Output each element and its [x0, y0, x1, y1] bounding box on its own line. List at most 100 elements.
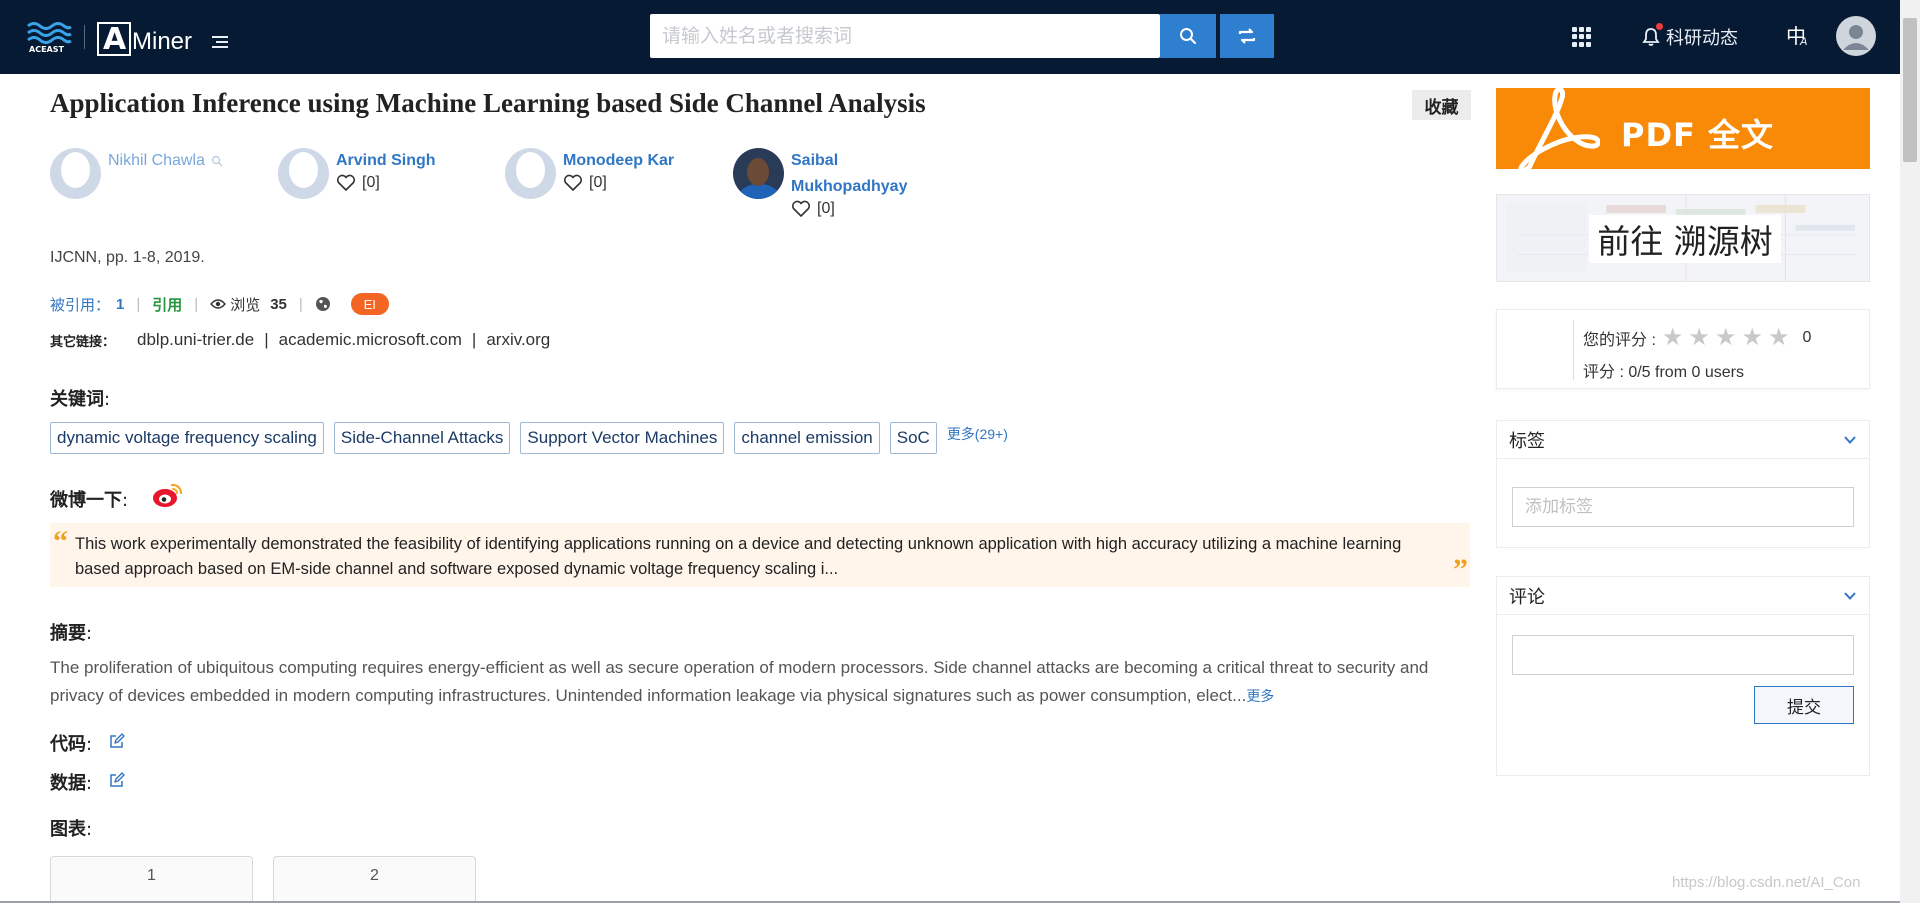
author-photo[interactable] — [733, 148, 784, 199]
author-card: Arvind Singh [0] — [278, 148, 436, 199]
trace-tree-button[interactable]: 前往 溯源树 — [1496, 194, 1870, 282]
cited-by-link[interactable]: 被引用： — [50, 294, 110, 315]
bell-icon — [1642, 28, 1660, 46]
data-heading: 数据: — [50, 773, 93, 794]
swap-icon — [1238, 28, 1256, 44]
research-news-link[interactable]: 科研动态 — [1642, 23, 1738, 50]
external-link[interactable]: arxiv.org — [486, 330, 550, 350]
author-search-icon[interactable] — [211, 155, 223, 167]
views-stat: 浏览 35 — [210, 294, 287, 315]
keyword-tag[interactable]: channel emission — [734, 422, 880, 454]
comments-panel-header[interactable]: 评论 — [1497, 577, 1869, 615]
your-rating-value: 0 — [1802, 329, 1812, 346]
tags-panel-header[interactable]: 标签 — [1497, 421, 1869, 459]
author-avatar[interactable] — [278, 148, 329, 199]
pdf-fulltext-button[interactable]: PDF 全文 — [1496, 88, 1870, 169]
author-like-count: [0] — [589, 174, 607, 191]
author-card: Monodeep Kar [0] — [505, 148, 674, 199]
views-count: 35 — [270, 295, 287, 313]
star-icon[interactable]: ★ — [1688, 326, 1710, 350]
author-like-button[interactable]: [0] — [791, 200, 907, 218]
weibo-heading-text: 微博一下 — [50, 490, 122, 511]
author-avatar[interactable] — [50, 148, 101, 199]
search-box — [650, 14, 1160, 58]
aceast-logo[interactable]: ACEAST — [26, 18, 72, 54]
heart-icon — [791, 200, 811, 217]
author-like-button[interactable]: [0] — [336, 174, 436, 192]
star-icon[interactable]: ★ — [1715, 326, 1737, 350]
stats-divider: | — [194, 295, 199, 313]
source-watermark: https://blog.csdn.net/AI_Con — [1672, 874, 1861, 891]
chevron-down-icon[interactable] — [1843, 433, 1857, 447]
research-news-label: 科研动态 — [1666, 28, 1738, 48]
abstract-more-link[interactable]: 更多 — [1246, 688, 1274, 704]
aminer-logo-text: Miner — [132, 28, 193, 55]
link-divider: | — [264, 330, 269, 349]
figure-tab[interactable]: 2 — [273, 856, 476, 903]
chevron-down-icon[interactable] — [1843, 589, 1857, 603]
keyword-tag[interactable]: dynamic voltage frequency scaling — [50, 422, 324, 454]
author-like-count: [0] — [362, 174, 380, 191]
search-icon — [1180, 28, 1197, 45]
comment-input[interactable] — [1512, 635, 1854, 675]
stats-divider: | — [298, 295, 303, 313]
star-icon[interactable]: ★ — [1768, 326, 1790, 350]
weibo-share-icon[interactable] — [152, 481, 184, 509]
submit-comment-button[interactable]: 提交 — [1754, 686, 1854, 724]
edit-data-icon[interactable] — [109, 772, 125, 788]
globe-icon[interactable] — [315, 296, 331, 312]
figure-tab[interactable]: 1 — [50, 856, 253, 903]
aminer-logo[interactable]: A Miner — [97, 18, 193, 57]
summary-quote-text: This work experimentally demonstrated th… — [75, 535, 1402, 578]
favorite-button[interactable]: 收藏 — [1412, 90, 1471, 120]
user-avatar[interactable] — [1836, 16, 1876, 56]
author-name-link[interactable]: Arvind Singh — [336, 148, 436, 174]
rating-stars[interactable]: ★ ★ ★ ★ ★ — [1662, 326, 1795, 350]
heart-icon — [336, 174, 356, 191]
keyword-tag[interactable]: Support Vector Machines — [520, 422, 725, 454]
author-name-link[interactable]: Nikhil Chawla — [108, 148, 205, 174]
cite-button[interactable]: 引用 — [152, 294, 182, 315]
apps-grid-icon[interactable] — [1572, 27, 1592, 47]
rating-card: 您的评分 : ★ ★ ★ ★ ★ 0 评分 : 0/5 from 0 users — [1496, 309, 1870, 389]
external-link[interactable]: academic.microsoft.com — [279, 330, 462, 350]
menu-toggle-icon[interactable] — [212, 36, 228, 50]
author-card: Saibal Mukhopadhyay [0] — [733, 148, 907, 218]
author-name-link[interactable]: Saibal — [791, 148, 907, 174]
eye-icon — [210, 299, 227, 309]
other-links: 其它链接： dblp.uni-trier.de | academic.micro… — [50, 330, 550, 350]
add-tag-input[interactable] — [1512, 487, 1854, 527]
star-icon[interactable]: ★ — [1662, 326, 1684, 350]
your-rating-row: 您的评分 : ★ ★ ★ ★ ★ 0 — [1583, 326, 1811, 350]
tags-panel-title: 标签 — [1509, 430, 1545, 452]
author-like-count: [0] — [817, 200, 835, 217]
search-button[interactable] — [1160, 14, 1216, 58]
top-nav-bar: ACEAST A Miner 科研动态 中 A — [0, 0, 1920, 74]
stats-divider: | — [136, 295, 141, 313]
external-link[interactable]: dblp.uni-trier.de — [137, 330, 254, 350]
abstract-body: The proliferation of ubiquitous computin… — [50, 658, 1429, 705]
ei-index-badge[interactable]: EI — [350, 293, 389, 315]
link-divider: | — [471, 330, 477, 349]
switch-search-button[interactable] — [1220, 14, 1274, 58]
author-name-link[interactable]: Monodeep Kar — [563, 148, 674, 174]
code-heading-text: 代码 — [50, 734, 86, 755]
edit-code-icon[interactable] — [109, 733, 125, 749]
figure-tabs: 1 2 — [50, 856, 496, 903]
cited-by-count[interactable]: 1 — [116, 296, 124, 313]
author-card: Nikhil Chawla — [50, 148, 223, 199]
author-name-link-line2[interactable]: Mukhopadhyay — [791, 174, 907, 200]
abstract-text: The proliferation of ubiquitous computin… — [50, 654, 1470, 710]
acrobat-pdf-icon — [1518, 88, 1600, 169]
scrollbar-thumb[interactable] — [1903, 18, 1917, 162]
rating-summary: 评分 : 0/5 from 0 users — [1583, 364, 1744, 381]
star-icon[interactable]: ★ — [1741, 326, 1763, 350]
data-heading-text: 数据 — [50, 773, 86, 794]
keyword-tag[interactable]: Side-Channel Attacks — [333, 422, 511, 454]
author-like-button[interactable]: [0] — [563, 174, 674, 192]
search-input[interactable] — [650, 14, 1160, 58]
keywords-more-link[interactable]: 更多(29+) — [947, 424, 1008, 444]
language-switch-icon[interactable]: 中 A — [1786, 20, 1816, 50]
author-avatar[interactable] — [505, 148, 556, 199]
keyword-tag[interactable]: SoC — [889, 422, 937, 454]
